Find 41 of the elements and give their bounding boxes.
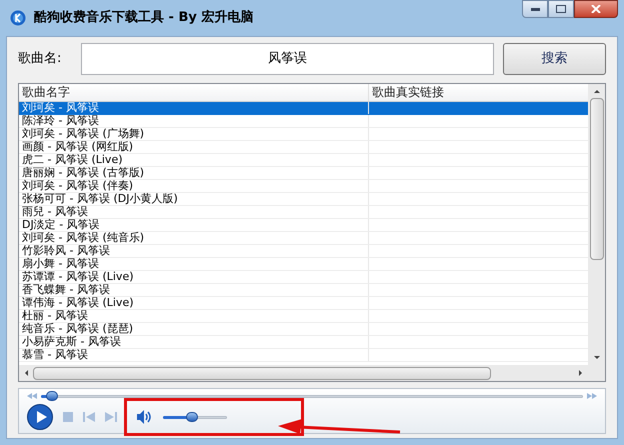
- column-header[interactable]: 歌曲名字: [19, 84, 369, 101]
- song-row[interactable]: 竹影聆风 - 风筝误: [19, 245, 588, 258]
- song-name-field[interactable]: 风筝误: [81, 43, 494, 75]
- close-icon: [591, 5, 601, 13]
- slider-thumb[interactable]: [186, 412, 198, 422]
- song-row[interactable]: 刘珂矣 - 风筝误: [19, 102, 588, 115]
- song-row[interactable]: 刘珂矣 - 风筝误 (伴奏): [19, 180, 588, 193]
- search-button[interactable]: 搜索: [502, 43, 606, 75]
- play-icon[interactable]: [27, 404, 53, 430]
- song-row[interactable]: 小易萨克斯 - 风筝误: [19, 336, 588, 349]
- window-title: 酷狗收费音乐下载工具 - By 宏升电脑: [34, 8, 254, 28]
- field-label: 歌曲名:: [18, 50, 62, 68]
- song-row[interactable]: 香飞蝶舞 - 风筝误: [19, 284, 588, 297]
- song-row[interactable]: 陈泽玲 - 风筝误: [19, 115, 588, 128]
- song-row[interactable]: 刘珂矣 - 风筝误 (纯音乐): [19, 232, 588, 245]
- close-button[interactable]: [574, 0, 618, 18]
- song-row[interactable]: 唐丽娴 - 风筝误 (古筝版): [19, 167, 588, 180]
- seek-slider[interactable]: [41, 391, 583, 401]
- maximize-button[interactable]: [548, 0, 574, 18]
- song-row[interactable]: 张杨可可 - 风筝误 (DJ小黄人版): [19, 193, 588, 206]
- app-logo-icon: [10, 10, 26, 26]
- volume-slider[interactable]: [163, 412, 227, 422]
- maximize-icon: [556, 5, 566, 13]
- slider-thumb[interactable]: [46, 391, 58, 401]
- speaker-icon[interactable]: [137, 410, 153, 424]
- song-row[interactable]: 虎二 - 风筝误 (Live): [19, 154, 588, 167]
- song-row[interactable]: 雨兒 - 风筝误: [19, 206, 588, 219]
- song-row[interactable]: 杜丽 - 风筝误: [19, 310, 588, 323]
- song-row[interactable]: 慕雪 - 风筝误: [19, 349, 588, 362]
- song-row[interactable]: 谭伟海 - 风筝误 (Live): [19, 297, 588, 310]
- column-header[interactable]: 歌曲真实链接: [369, 84, 588, 101]
- song-row[interactable]: 画颜 - 风筝误 (网红版): [19, 141, 588, 154]
- song-row[interactable]: 纯音乐 - 风筝误 (琵琶): [19, 323, 588, 336]
- minimize-icon: [530, 8, 540, 10]
- song-row[interactable]: 苏谭谭 - 风筝误 (Live): [19, 271, 588, 284]
- vertical-scrollbar[interactable]: [588, 84, 605, 365]
- song-row[interactable]: DJ淡定 - 风筝误: [19, 219, 588, 232]
- song-row[interactable]: 扇小舞 - 风筝误: [19, 258, 588, 271]
- minimize-button[interactable]: [522, 0, 548, 18]
- horizontal-scrollbar[interactable]: [19, 365, 605, 381]
- song-row[interactable]: 刘珂矣 - 风筝误 (广场舞): [19, 128, 588, 141]
